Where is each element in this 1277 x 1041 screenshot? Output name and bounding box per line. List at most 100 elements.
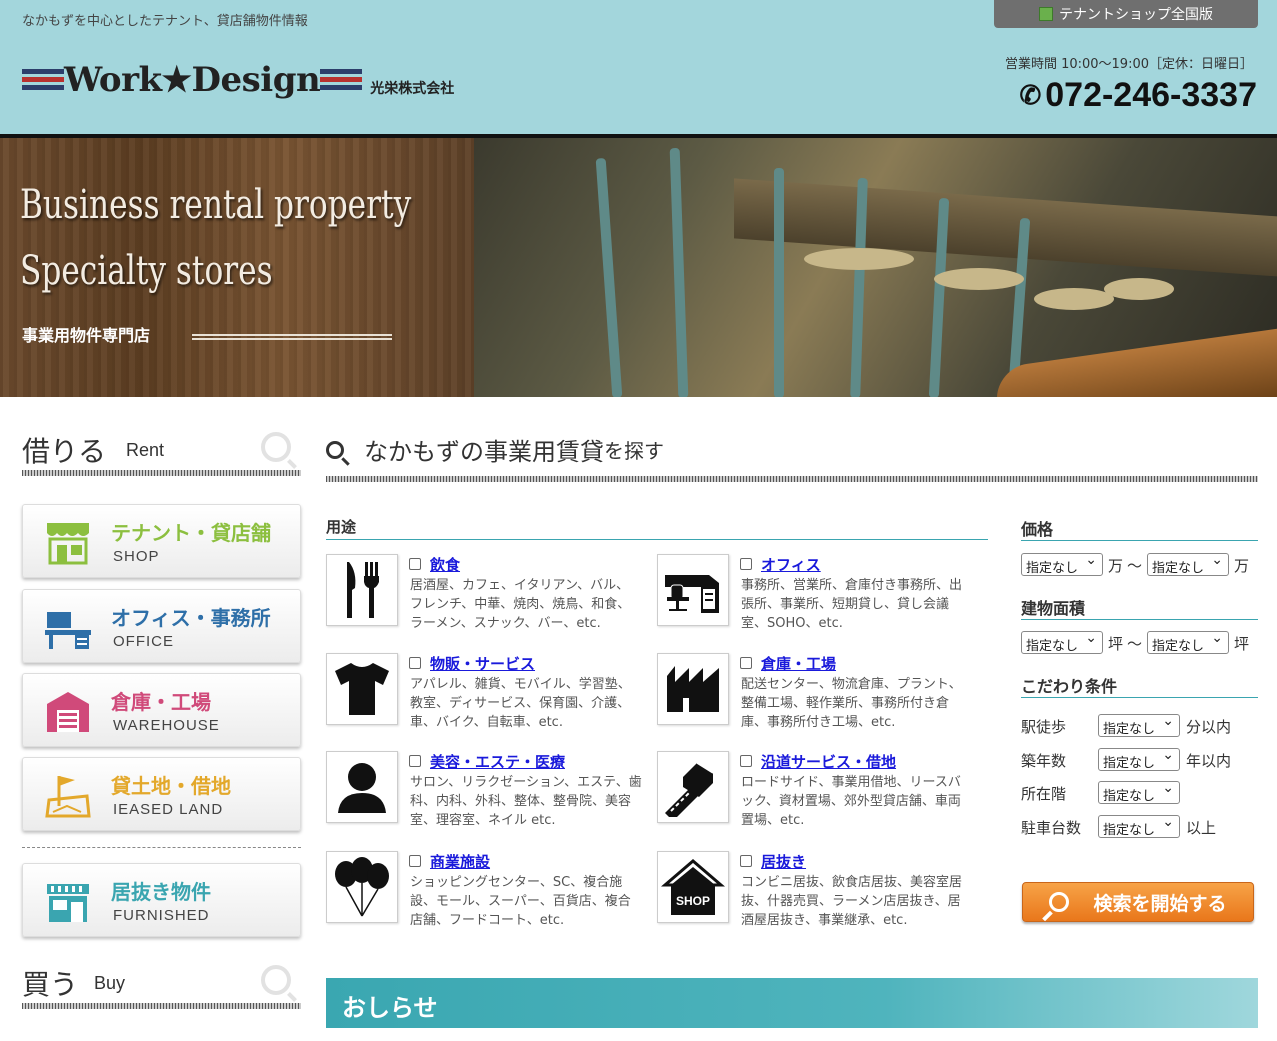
- area-heading: 建物面積: [1021, 599, 1086, 618]
- search-icon: [326, 440, 344, 459]
- conditions-heading: こだわり条件: [1021, 677, 1118, 696]
- area-max-select[interactable]: 指定なし: [1147, 630, 1229, 654]
- buy-heading-en: Buy: [94, 973, 126, 993]
- start-search-button[interactable]: 検索を開始する: [1022, 882, 1254, 922]
- conditions-underline: [1021, 697, 1258, 698]
- buy-heading: 買う Buy: [22, 963, 301, 1011]
- category-shop-en: SHOP: [113, 548, 160, 565]
- site-tagline: なかもずを中心としたテナント、貸店舗物件情報: [22, 14, 308, 29]
- use-checkbox-roadside[interactable]: [740, 755, 752, 767]
- parking-select[interactable]: 指定なし: [1098, 814, 1180, 838]
- hero-cafe-photo: [474, 138, 1277, 397]
- use-item-beauty: 美容・エステ・医療 サロン、リラクゼーション、エステ、歯科、内科、外科、整体、整…: [326, 751, 646, 841]
- storefront-icon: [47, 523, 89, 565]
- use-checkbox-office[interactable]: [740, 558, 752, 570]
- fork-knife-icon: [347, 562, 379, 618]
- buy-heading-jp: 買う: [22, 968, 79, 1001]
- person-icon: [338, 763, 386, 813]
- use-item-furnished: SHOP 居抜き コンビニ居抜、飲食店居抜、美容室居抜、什器売買、ラーメン店居抜…: [657, 851, 977, 941]
- desk-chair-icon: [665, 575, 719, 613]
- rent-heading: 借りる Rent: [22, 430, 301, 478]
- sidebar-divider: [22, 847, 301, 848]
- use-icon-box: [326, 653, 398, 725]
- use-icon-box: [326, 851, 398, 923]
- price-heading: 価格: [1021, 520, 1054, 539]
- use-link-commercial[interactable]: 商業施設: [430, 851, 490, 872]
- use-link-retail[interactable]: 物販・サービス: [430, 653, 535, 674]
- use-desc-furnished: コンビニ居抜、飲食店居抜、美容室居抜、什器売買、ラーメン店居抜き、居酒屋居抜き、…: [741, 875, 963, 928]
- parking-unit: 以上: [1186, 819, 1217, 837]
- use-checkbox-furnished[interactable]: [740, 855, 752, 867]
- use-icon-box: [657, 653, 729, 725]
- area-max-unit: 坪: [1234, 635, 1250, 653]
- use-label: 用途: [326, 518, 357, 536]
- search-title-suffix: を探す: [604, 439, 664, 463]
- category-office-jp: オフィス・事務所: [111, 606, 271, 630]
- use-link-beauty[interactable]: 美容・エステ・医療: [430, 751, 565, 772]
- shop-house-icon: SHOP: [661, 859, 725, 915]
- use-link-furnished[interactable]: 居抜き: [761, 851, 806, 872]
- use-icon-box: [326, 751, 398, 823]
- cube-icon: [1039, 7, 1053, 21]
- use-item-retail: 物販・サービス アパレル、雑貨、モバイル、学習塾、教室、ディサービス、保育園、介…: [326, 653, 646, 743]
- use-checkbox-retail[interactable]: [409, 657, 421, 669]
- use-icon-box: SHOP: [657, 851, 729, 923]
- price-min-select[interactable]: 指定なし: [1021, 552, 1103, 576]
- use-checkbox-commercial[interactable]: [409, 855, 421, 867]
- category-furnished-button[interactable]: 居抜き物件 FURNISHED: [22, 863, 301, 937]
- furnished-shop-icon: [47, 884, 89, 922]
- balloons-icon: [335, 857, 389, 917]
- use-link-warehouse[interactable]: 倉庫・工場: [761, 653, 836, 674]
- floor-label: 所在階: [1021, 785, 1067, 803]
- logo-text: Work★Design: [64, 60, 321, 100]
- use-desc-food: 居酒屋、カフェ、イタリアン、バル、フレンチ、中華、焼肉、焼鳥、和食、ラーメン、ス…: [410, 578, 631, 631]
- use-item-food: 飲食 居酒屋、カフェ、イタリアン、バル、フレンチ、中華、焼肉、焼鳥、和食、ラーメ…: [326, 554, 646, 644]
- category-warehouse-button[interactable]: 倉庫・工場 WAREHOUSE: [22, 673, 301, 747]
- category-shop-button[interactable]: テナント・貸店舗 SHOP: [22, 504, 301, 578]
- tenant-shop-national-link[interactable]: テナントショップ全国版: [994, 0, 1258, 28]
- use-checkbox-warehouse[interactable]: [740, 657, 752, 669]
- roadside-building-icon: [665, 762, 714, 817]
- price-underline: [1021, 540, 1258, 541]
- category-land-button[interactable]: 貸土地・借地 IEASED LAND: [22, 757, 301, 831]
- phone-number[interactable]: ✆ 072-246-3337: [1019, 76, 1257, 115]
- use-item-roadside: 沿道サービス・借地 ロードサイド、事業用借地、リースバック、資材置場、郊外型貸店…: [657, 751, 977, 841]
- site-logo[interactable]: Work★Design 光栄株式会社: [22, 58, 454, 102]
- use-link-office[interactable]: オフィス: [761, 554, 821, 575]
- section-rule: [326, 476, 1258, 482]
- use-link-food[interactable]: 飲食: [430, 554, 460, 575]
- category-land-jp: 貸土地・借地: [111, 774, 231, 798]
- use-desc-retail: アパレル、雑貨、モバイル、学習塾、教室、ディサービス、保育園、介護、車、バイク、…: [410, 677, 631, 730]
- use-checkbox-beauty[interactable]: [409, 755, 421, 767]
- age-select[interactable]: 指定なし: [1098, 747, 1180, 771]
- hero-title-line2: Specialty stores: [20, 248, 273, 294]
- magnifier-decoration-icon: [261, 432, 291, 462]
- area-min-select[interactable]: 指定なし: [1021, 630, 1103, 654]
- walk-select[interactable]: 指定なし: [1098, 713, 1180, 737]
- logo-stripe-right: [320, 67, 363, 93]
- site-header: なかもずを中心としたテナント、貸店舗物件情報 Work★Design 光栄株式会…: [0, 0, 1277, 134]
- magnifier-decoration-icon: [261, 965, 291, 995]
- hero-banner: Business rental property Specialty store…: [0, 138, 1277, 397]
- business-hours: 営業時間 10:00〜19:00［定休：日曜日］: [1004, 57, 1253, 72]
- rent-heading-jp: 借りる: [22, 435, 107, 468]
- search-section-title: なかもずの事業用賃貸 を探す: [326, 432, 664, 467]
- use-item-office: オフィス 事務所、営業所、倉庫付き事務所、出張所、事業所、短期貸し、貸し会議室、…: [657, 554, 977, 644]
- category-office-button[interactable]: オフィス・事務所 OFFICE: [22, 589, 301, 663]
- floor-select[interactable]: 指定なし: [1098, 780, 1180, 804]
- use-icon-box: [657, 751, 729, 823]
- use-link-roadside[interactable]: 沿道サービス・借地: [761, 751, 896, 772]
- warehouse-icon: [47, 692, 89, 732]
- price-max-select[interactable]: 指定なし: [1147, 552, 1229, 576]
- use-desc-roadside: ロードサイド、事業用借地、リースバック、資材置場、郊外型貸店舗、車両置場、etc…: [741, 775, 961, 828]
- use-item-warehouse: 倉庫・工場 配送センター、物流倉庫、プラント、整備工場、軽作業所、事務所付き倉庫…: [657, 653, 977, 743]
- land-flag-icon: [45, 776, 91, 818]
- rent-heading-en: Rent: [126, 440, 165, 460]
- parking-label: 駐車台数: [1021, 819, 1082, 837]
- start-search-label: 検索を開始する: [1093, 892, 1227, 915]
- use-icon-box: [657, 554, 729, 626]
- walk-label: 駅徒歩: [1021, 718, 1067, 736]
- age-label: 築年数: [1021, 752, 1067, 770]
- use-checkbox-food[interactable]: [409, 558, 421, 570]
- logo-stripe-left: [22, 67, 64, 93]
